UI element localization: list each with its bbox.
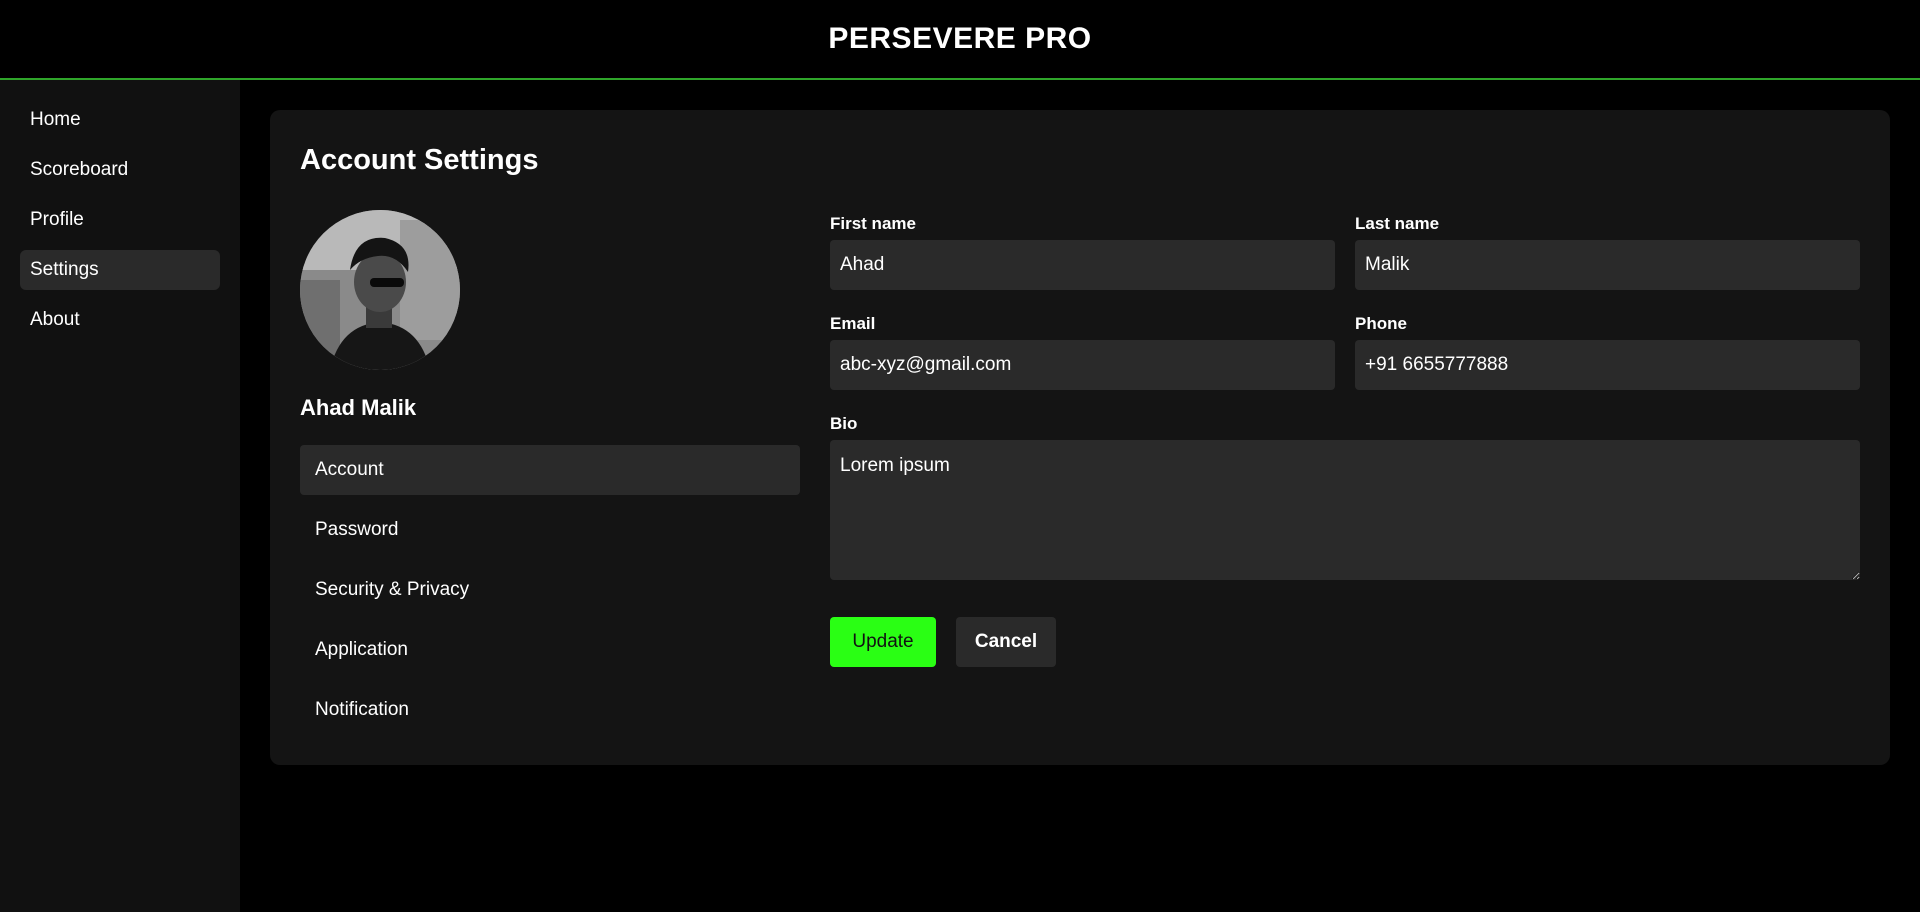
last-name-input[interactable] [1355,240,1860,290]
sidebar: Home Scoreboard Profile Settings About [0,80,240,912]
top-header: PERSEVERE PRO [0,0,1920,80]
first-name-input[interactable] [830,240,1335,290]
bio-textarea[interactable]: Lorem ipsum [830,440,1860,580]
first-name-label: First name [830,214,916,233]
email-field[interactable] [830,340,1335,390]
sidebar-item-settings[interactable]: Settings [20,250,220,290]
update-button[interactable]: Update [830,617,936,667]
settings-menu-password[interactable]: Password [300,505,800,555]
bio-label: Bio [830,414,858,433]
sidebar-item-home[interactable]: Home [20,100,220,140]
phone-label: Phone [1355,314,1407,333]
sidebar-item-about[interactable]: About [20,300,220,340]
avatar-image [300,210,460,370]
last-name-label: Last name [1355,214,1440,233]
user-name: Ahad Malik [300,395,417,420]
phone-field[interactable] [1355,340,1860,390]
sidebar-item-profile[interactable]: Profile [20,200,220,240]
settings-menu-security-privacy[interactable]: Security & Privacy [300,565,800,615]
settings-menu-notification[interactable]: Notification [300,685,800,735]
email-label: Email [830,314,876,333]
cancel-button[interactable]: Cancel [956,617,1056,667]
settings-menu-application[interactable]: Application [300,625,800,675]
page-title: Account Settings [300,144,539,176]
settings-menu-account[interactable]: Account [300,445,800,495]
avatar [300,210,460,370]
sidebar-item-scoreboard[interactable]: Scoreboard [20,150,220,190]
settings-panel: Account Settings Ahad Malik Account Pass… [270,110,1890,765]
app-title: PERSEVERE PRO [828,22,1092,55]
